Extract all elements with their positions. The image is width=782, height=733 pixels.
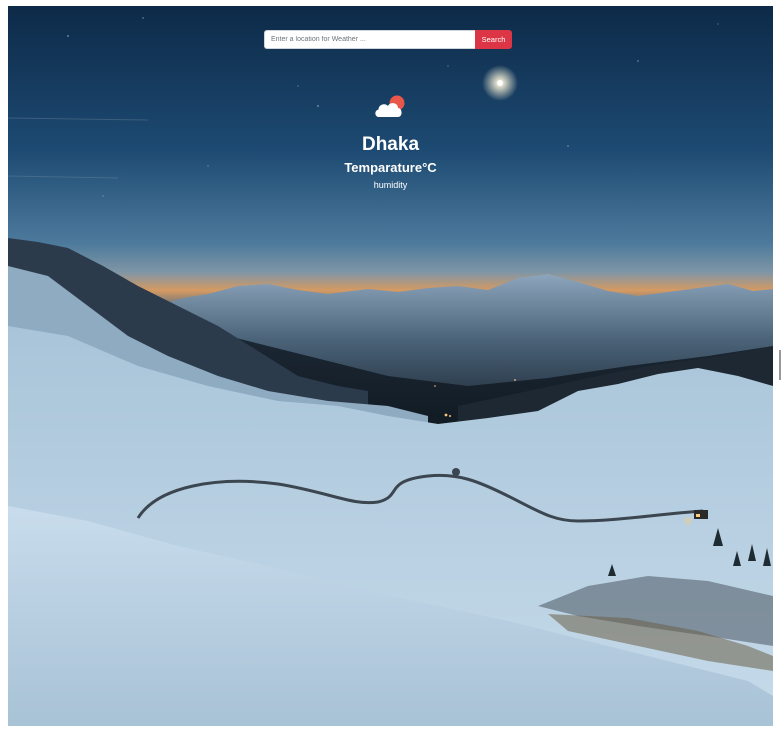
cloud-sun-icon	[374, 95, 404, 117]
weather-summary: Dhaka Temparature°C humidity	[8, 94, 773, 191]
weather-app: Search Dhaka Temparature°C humidity	[8, 6, 773, 726]
location-search-input[interactable]	[264, 30, 475, 49]
temperature-label: Temparature°C	[344, 160, 437, 175]
search-button[interactable]: Search	[475, 30, 512, 49]
search-form: Search	[264, 30, 512, 49]
scrollbar-thumb[interactable]	[779, 350, 781, 380]
humidity-label: humidity	[373, 180, 408, 190]
city-name: Dhaka	[361, 134, 420, 155]
